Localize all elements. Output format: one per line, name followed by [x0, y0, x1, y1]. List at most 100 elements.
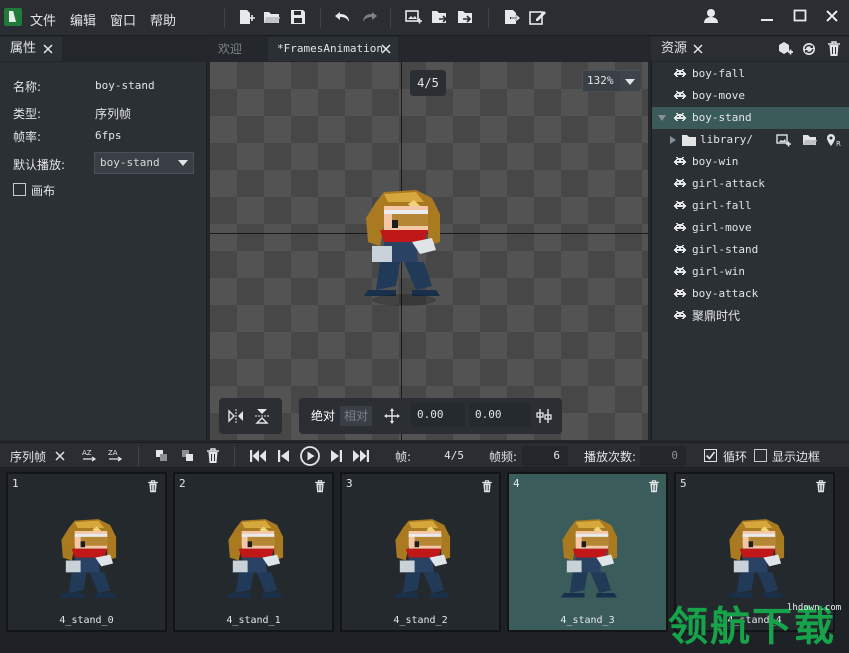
locate-icon[interactable]: R — [826, 133, 842, 147]
trash-icon[interactable] — [481, 480, 493, 493]
resources-panel: boy-fall boy-move boy-stand library/Rboy-wi… — [651, 62, 849, 440]
bring-front-icon[interactable] — [154, 448, 170, 464]
import-image-icon[interactable] — [404, 8, 424, 26]
play-icon[interactable] — [299, 445, 321, 467]
frame-index: 3 — [346, 477, 353, 490]
frame-index: 1 — [12, 477, 19, 490]
canvas-label: 画布 — [31, 184, 56, 198]
frame-thumbnail — [54, 516, 122, 608]
align-icon[interactable] — [535, 407, 553, 425]
new-file-icon[interactable] — [237, 8, 257, 26]
mode-absolute-button[interactable]: 绝对 — [307, 406, 340, 426]
flip-horizontal-icon[interactable] — [227, 407, 245, 425]
resource-item[interactable]: girl-attack — [652, 173, 849, 195]
undo-icon[interactable] — [333, 8, 353, 26]
rate-input[interactable]: 6 — [522, 446, 568, 466]
sprite-icon — [674, 311, 686, 321]
maximize-icon[interactable] — [790, 6, 810, 26]
menu-window[interactable]: 窗口 — [110, 10, 136, 29]
default-play-select[interactable]: boy-stand — [94, 152, 194, 174]
resource-item[interactable]: girl-win — [652, 261, 849, 283]
resource-item[interactable]: boy-stand — [652, 107, 849, 129]
sort-az-icon[interactable]: AZ — [82, 448, 98, 464]
tab-resources[interactable]: 资源 — [651, 37, 849, 61]
animation-canvas[interactable]: 4/5 132% 绝对 相对 0.00 0.00 — [210, 62, 648, 440]
menu-help[interactable]: 帮助 — [150, 10, 176, 29]
play-count-input[interactable]: 0 — [640, 446, 686, 466]
first-frame-icon[interactable] — [249, 448, 266, 464]
offset-toolbar: 绝对 相对 0.00 0.00 — [299, 398, 562, 434]
svg-text:AZ: AZ — [82, 449, 92, 457]
frame-card[interactable]: 1 4_stand_0 — [6, 472, 167, 632]
frame-name: 4_stand_3 — [560, 615, 615, 626]
canvas-checkbox[interactable] — [13, 183, 26, 196]
menu-file[interactable]: 文件 — [30, 10, 56, 29]
send-back-icon[interactable] — [180, 448, 196, 464]
import-folder-icon[interactable] — [430, 8, 450, 26]
frame-counter: 4/5 — [410, 70, 446, 96]
save-icon[interactable] — [288, 8, 308, 26]
loop-checkbox[interactable] — [704, 449, 717, 462]
frame-card[interactable]: 2 4_stand_1 — [173, 472, 334, 632]
expand-down-icon[interactable] — [658, 115, 666, 121]
import-image-icon[interactable] — [776, 133, 792, 147]
close-icon[interactable] — [380, 43, 392, 55]
last-frame-icon[interactable] — [352, 448, 369, 464]
resource-item[interactable]: boy-attack — [652, 283, 849, 305]
offset-x-input[interactable]: 0.00 — [411, 403, 465, 427]
resource-item[interactable]: girl-fall — [652, 195, 849, 217]
sprite-icon — [674, 245, 686, 255]
trash-icon[interactable] — [648, 480, 660, 493]
frame-card[interactable]: 4 4_stand_3 — [507, 472, 668, 632]
menu-edit[interactable]: 编辑 — [70, 10, 96, 29]
next-frame-icon[interactable] — [328, 448, 344, 464]
add-animation-icon[interactable] — [776, 41, 794, 57]
offset-y-input[interactable]: 0.00 — [469, 403, 531, 427]
close-icon[interactable] — [54, 450, 66, 462]
expand-right-icon[interactable] — [670, 136, 676, 144]
prev-frame-icon[interactable] — [276, 448, 292, 464]
resource-item[interactable]: boy-win — [652, 151, 849, 173]
user-icon[interactable] — [701, 6, 721, 26]
move-icon[interactable] — [384, 408, 400, 424]
resource-label: girl-move — [692, 221, 752, 234]
trash-icon[interactable] — [206, 448, 222, 464]
tab-frames-animation[interactable]: *FramesAnimation — [268, 37, 398, 61]
trash-icon[interactable] — [314, 480, 326, 493]
resource-label: girl-fall — [692, 199, 752, 212]
redo-icon[interactable] — [359, 8, 379, 26]
tab-properties[interactable]: 属性 — [0, 37, 62, 61]
frame-name: 4_stand_0 — [59, 615, 114, 626]
flip-vertical-icon[interactable] — [253, 407, 271, 425]
close-icon[interactable] — [692, 43, 704, 55]
resource-item[interactable]: girl-move — [652, 217, 849, 239]
resource-item[interactable]: girl-stand — [652, 239, 849, 261]
open-folder-icon[interactable] — [802, 133, 818, 147]
minimize-icon[interactable] — [757, 6, 777, 26]
sort-za-icon[interactable]: ZA — [108, 448, 124, 464]
close-icon[interactable] — [42, 43, 54, 55]
sprite-icon — [674, 157, 686, 167]
export-folder-icon[interactable] — [456, 8, 476, 26]
resource-item[interactable]: boy-fall — [652, 63, 849, 85]
mode-relative-button[interactable]: 相对 — [340, 406, 373, 426]
resource-item[interactable]: 聚鼎时代 — [652, 305, 849, 327]
export-doc-icon[interactable] — [502, 8, 522, 26]
trash-icon[interactable] — [827, 41, 841, 57]
show-border-checkbox[interactable] — [754, 449, 767, 462]
trash-icon[interactable] — [147, 480, 159, 493]
tab-welcome[interactable]: 欢迎 — [210, 37, 266, 61]
toolbar-divider — [320, 8, 321, 28]
type-value: 序列帧 — [95, 107, 132, 121]
refresh-icon[interactable] — [801, 41, 817, 57]
trash-icon[interactable] — [815, 480, 827, 493]
sprite-icon — [674, 267, 686, 277]
frame-card[interactable]: 3 4_stand_2 — [340, 472, 501, 632]
close-window-icon[interactable] — [822, 6, 842, 26]
chevron-down-icon[interactable] — [620, 71, 640, 91]
resource-folder[interactable]: library/R — [652, 129, 849, 151]
resource-label: boy-fall — [692, 67, 745, 80]
edit-icon[interactable] — [528, 8, 548, 26]
open-folder-icon[interactable] — [262, 8, 282, 26]
resource-item[interactable]: boy-move — [652, 85, 849, 107]
